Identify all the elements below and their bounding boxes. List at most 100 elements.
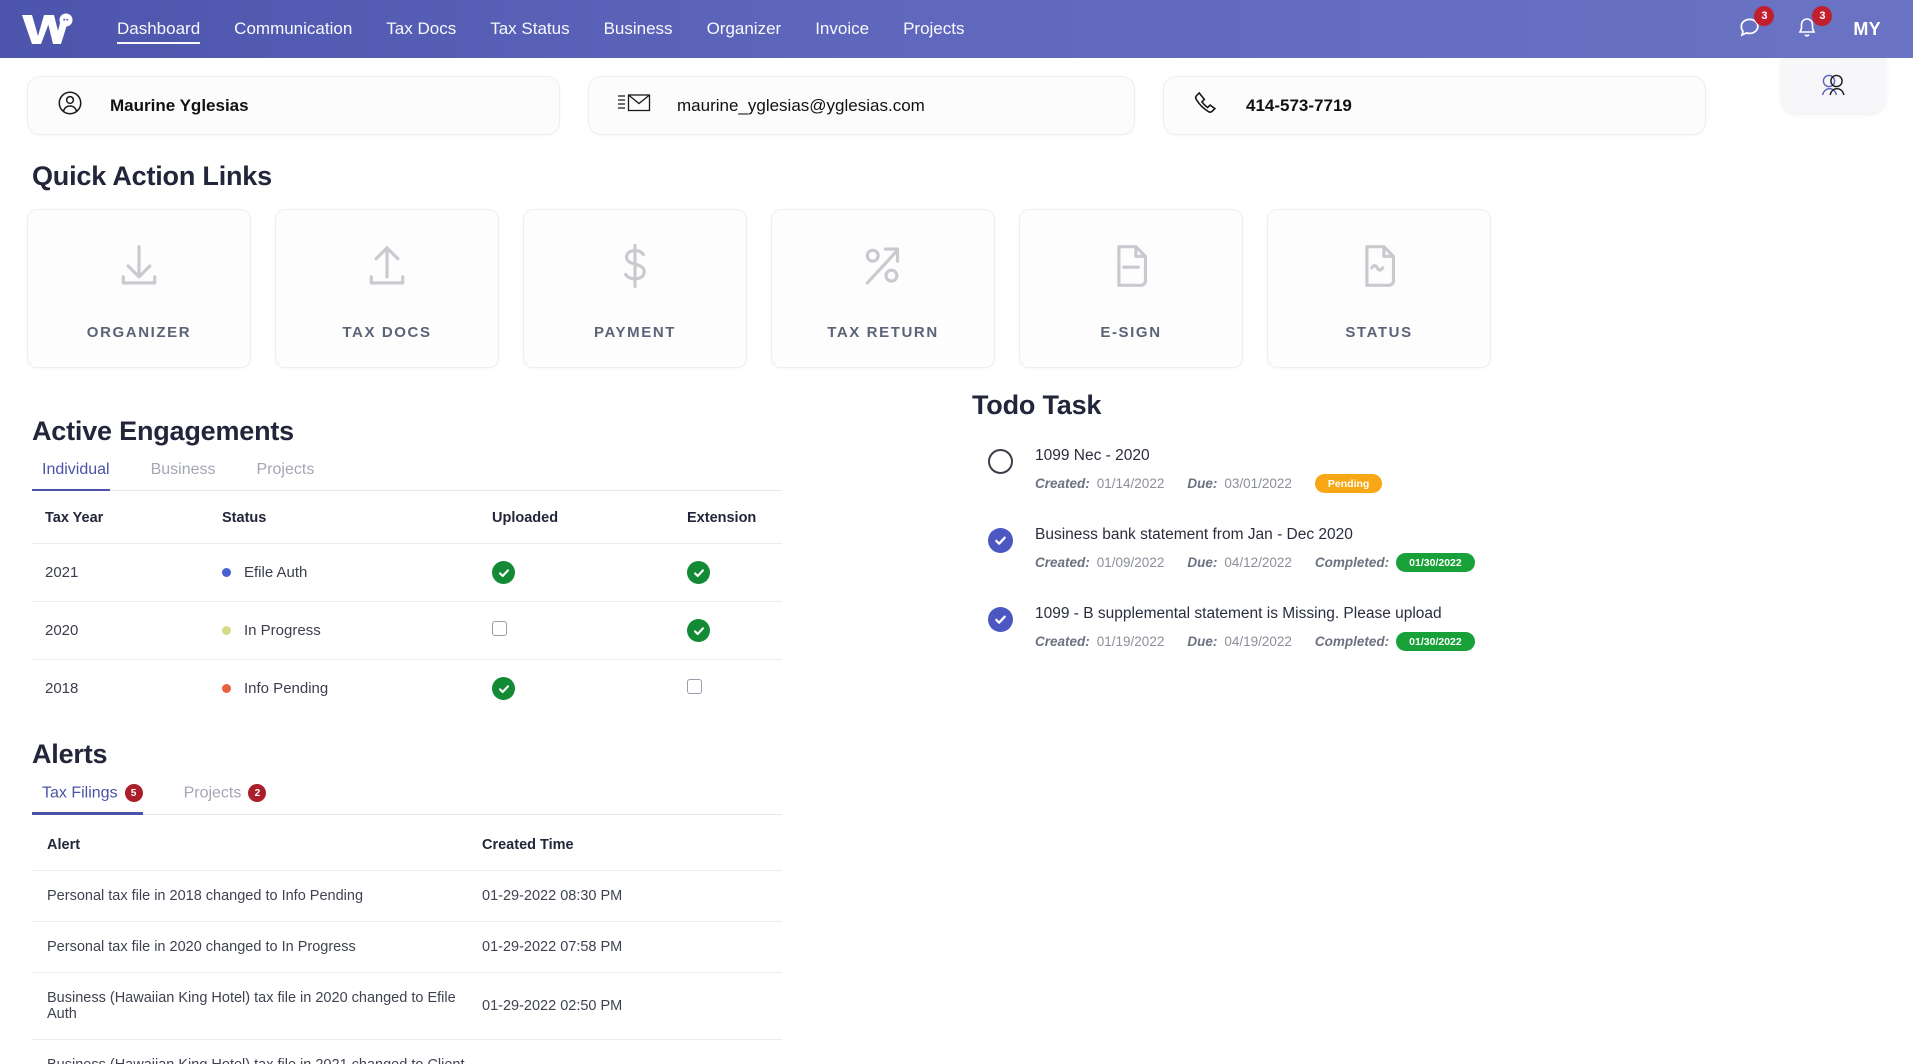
bell-icon[interactable]: 3 [1795,15,1821,43]
todo-due-value: 03/01/2022 [1224,476,1292,491]
quick-action-tax-return[interactable]: TAX RETURN [771,209,995,368]
status-badge: Pending [1315,474,1382,493]
nav-link-business[interactable]: Business [587,0,690,58]
nav-right-actions: 3 3 MY [1737,15,1893,43]
table-header-row: Tax Year Status Uploaded Extension [32,491,782,544]
todo-item-meta: Created: 01/19/2022 Due: 04/19/2022 Comp… [1035,632,1475,651]
nav-link-dashboard[interactable]: Dashboard [100,0,217,58]
quick-action-tax-docs[interactable]: TAX DOCS [275,209,499,368]
todo-created-value: 01/14/2022 [1097,476,1165,491]
table-row[interactable]: Business (Hawaiian King Hotel) tax file … [32,1039,782,1064]
cell-extension[interactable] [687,602,782,660]
phone-icon [1192,89,1220,122]
todo-due-label: Due: [1187,634,1217,649]
nav-link-organizer[interactable]: Organizer [690,0,799,58]
quick-action-label: PAYMENT [594,324,676,341]
col-tax-year: Tax Year [32,491,222,544]
todo-completed-label: Completed: [1315,634,1389,649]
table-row[interactable]: Personal tax file in 2020 changed to In … [32,921,782,972]
w-logo-icon[interactable] [16,9,78,49]
tab-projects[interactable]: Projects [257,461,340,490]
nav-link-tax-docs[interactable]: Tax Docs [369,0,473,58]
contact-card-phone: 414-573-7719 [1163,76,1706,135]
table-row[interactable]: Business (Hawaiian King Hotel) tax file … [32,972,782,1039]
cell-uploaded[interactable] [492,660,687,718]
cell-uploaded[interactable] [492,544,687,602]
quick-action-status[interactable]: STATUS [1267,209,1491,368]
todo-item[interactable]: 1099 - B supplemental statement is Missi… [970,605,1886,651]
col-alert: Alert [32,815,482,871]
tab-tax-filings-badge: 5 [125,784,143,802]
check-filled-icon [687,561,710,584]
engagement-tabs: Individual Business Projects [32,461,782,491]
tab-alerts-projects[interactable]: Projects 2 [184,784,292,814]
check-filled-icon [492,561,515,584]
cell-status: Efile Auth [222,564,492,581]
tab-business[interactable]: Business [151,461,241,490]
col-created-time: Created Time [482,815,782,871]
avatar[interactable]: MY [1853,19,1881,40]
dollar-icon [606,237,664,300]
cell-alert: Personal tax file in 2020 changed to In … [32,921,482,972]
quick-action-payment[interactable]: PAYMENT [523,209,747,368]
status-label: In Progress [244,622,321,639]
status-badge: 01/30/2022 [1396,553,1475,572]
quick-action-label: ORGANIZER [87,324,191,341]
todo-item-title: 1099 - B supplemental statement is Missi… [1035,605,1475,623]
checkbox-empty-icon [687,679,702,694]
todo-item[interactable]: Business bank statement from Jan - Dec 2… [970,526,1886,572]
contact-info-row: Maurine Yglesias maurine_yglesias@yglesi… [27,58,1886,135]
tab-alerts-projects-label: Projects [184,785,242,802]
cell-alert: Personal tax file in 2018 changed to Inf… [32,870,482,921]
todo-item-meta: Created: 01/14/2022 Due: 03/01/2022 Pend… [1035,474,1382,493]
document-minus-icon [1102,237,1160,300]
todo-checkbox-checked-icon[interactable] [988,607,1013,632]
quick-action-label: STATUS [1345,324,1412,341]
nav-link-tax-status[interactable]: Tax Status [473,0,586,58]
nav-link-invoice[interactable]: Invoice [798,0,886,58]
quick-actions-grid: ORGANIZER TAX DOCS PAYMENT [27,209,1886,368]
upload-icon [358,237,416,300]
todo-list: 1099 Nec - 2020 Created: 01/14/2022 Due:… [970,447,1886,651]
nav-link-communication[interactable]: Communication [217,0,369,58]
nav-link-projects[interactable]: Projects [886,0,981,58]
status-dot [222,684,231,693]
table-row[interactable]: 2021 Efile Auth [32,544,782,602]
contact-name: Maurine Yglesias [110,96,249,116]
cell-tax-year: 2021 [32,544,222,602]
table-row[interactable]: 2018 Info Pending [32,660,782,718]
cell-time: 01-29-2022 07:58 PM [482,921,782,972]
cell-status: Info Pending [222,680,492,697]
contact-email: maurine_yglesias@yglesias.com [677,96,925,116]
todo-item[interactable]: 1099 Nec - 2020 Created: 01/14/2022 Due:… [970,447,1886,493]
todo-completed-label: Completed: [1315,555,1389,570]
todo-item-meta: Created: 01/09/2022 Due: 04/12/2022 Comp… [1035,553,1475,572]
cell-extension[interactable] [687,544,782,602]
quick-action-organizer[interactable]: ORGANIZER [27,209,251,368]
cell-tax-year: 2018 [32,660,222,718]
contact-phone: 414-573-7719 [1246,96,1352,116]
cell-uploaded[interactable] [492,602,687,660]
table-row[interactable]: Personal tax file in 2018 changed to Inf… [32,870,782,921]
engagements-table: Tax Year Status Uploaded Extension 2021 … [32,491,782,717]
alerts-tabs: Tax Filings5 Projects 2 [32,784,782,815]
todo-checkbox-checked-icon[interactable] [988,528,1013,553]
quick-action-label: TAX DOCS [342,324,431,341]
todo-checkbox-empty-icon[interactable] [988,449,1013,474]
alerts-title: Alerts [32,739,907,770]
lower-section: Active Engagements Individual Business P… [27,390,1886,1064]
chat-icon[interactable]: 3 [1737,15,1763,43]
cell-extension[interactable] [687,660,782,718]
table-row[interactable]: 2020 In Progress [32,602,782,660]
status-label: Info Pending [244,680,328,697]
tab-individual[interactable]: Individual [32,461,135,490]
people-icon[interactable] [1781,58,1886,113]
chat-badge: 3 [1754,6,1774,26]
tab-tax-filings[interactable]: Tax Filings5 [32,784,168,814]
todo-item-title: Business bank statement from Jan - Dec 2… [1035,526,1475,544]
contact-card-name: Maurine Yglesias [27,76,560,135]
tab-alerts-projects-badge: 2 [248,784,266,802]
todo-title: Todo Task [972,390,1886,421]
quick-action-e-sign[interactable]: E-SIGN [1019,209,1243,368]
todo-due-value: 04/12/2022 [1224,555,1292,570]
